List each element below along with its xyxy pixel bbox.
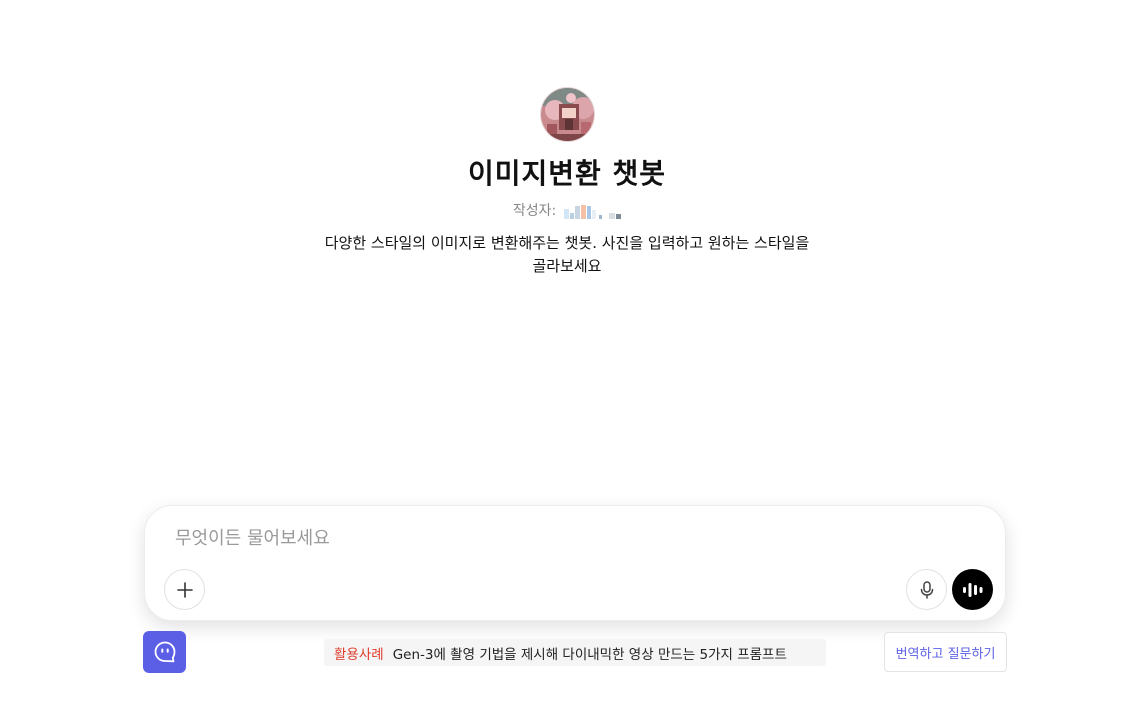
message-composer: [144, 505, 1006, 621]
chat-page: 이미지변환 챗봇 작성자: 다양한 스타일의 이미지로 변환해주는 챗봇. 사진…: [0, 0, 1134, 721]
microphone-button[interactable]: [906, 569, 947, 610]
bot-profile: 이미지변환 챗봇 작성자: 다양한 스타일의 이미지로 변환해주는 챗봇. 사진…: [0, 87, 1134, 278]
author-label: 작성자:: [512, 203, 557, 219]
bot-avatar-image: [540, 88, 594, 141]
tip-banner[interactable]: 활용사례 Gen-3에 촬영 기법을 제시해 다이내믹한 영상 만드는 5가지 …: [324, 639, 826, 666]
chat-face-icon: [154, 641, 175, 663]
microphone-icon: [920, 580, 933, 599]
plus-icon: [176, 581, 193, 598]
tip-tag: 활용사례: [334, 646, 384, 663]
author-row: 작성자:: [512, 202, 622, 220]
bot-avatar: [539, 87, 595, 142]
attach-button[interactable]: [164, 569, 205, 610]
translate-and-ask-button[interactable]: 번역하고 질문하기: [884, 632, 1007, 672]
author-name-blurred[interactable]: [564, 203, 622, 219]
tip-text: Gen-3에 촬영 기법을 제시해 다이내믹한 영상 만드는 5가지 프롬프트: [392, 646, 787, 663]
bot-description: 다양한 스타일의 이미지로 변환해주는 챗봇. 사진을 입력하고 원하는 스타일…: [324, 234, 810, 275]
voice-mode-button[interactable]: [952, 569, 993, 610]
assistant-button[interactable]: [143, 631, 186, 673]
voice-wave-icon: [962, 582, 982, 597]
bot-title: 이미지변환 챗봇: [467, 157, 667, 190]
message-input[interactable]: [175, 524, 915, 552]
